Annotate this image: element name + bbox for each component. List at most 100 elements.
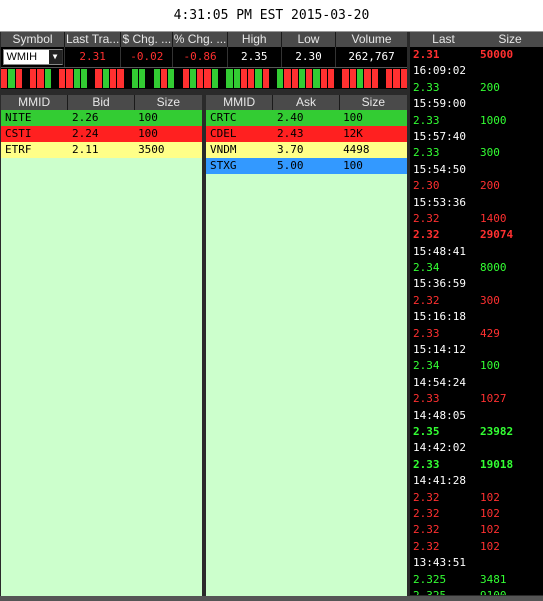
tick-bar — [117, 69, 124, 88]
trade-price: 2.34 — [413, 359, 440, 373]
tick-bar — [284, 69, 291, 88]
trade-time: 15:54:50 — [413, 162, 466, 176]
bid-size-cell: 100 — [138, 111, 158, 124]
bid-header: MMID Bid Size — [1, 95, 202, 110]
ask-col-size[interactable]: Size — [340, 95, 407, 110]
col-symbol[interactable]: Symbol — [1, 32, 66, 47]
tick-bar — [262, 69, 269, 88]
trade-price: 2.32 — [413, 539, 440, 553]
ask-row[interactable]: VNDM 3.70 4498 — [206, 142, 407, 158]
trade-size: 200 — [480, 80, 500, 94]
trade-size: 50000 — [480, 48, 514, 61]
tick-bar — [102, 69, 109, 88]
tick-bar — [378, 69, 386, 88]
trade-size: 102 — [480, 490, 500, 504]
ts-col-size[interactable]: Size — [477, 32, 543, 47]
trade-row: 2.32 102 — [410, 490, 543, 506]
trade-time-row: 14:42:02 — [410, 440, 543, 456]
tick-indicator-strip — [1, 67, 407, 89]
col-chg[interactable]: $ Chg. ... — [121, 32, 174, 47]
trade-size: 429 — [480, 326, 500, 340]
ts-col-last[interactable]: Last — [410, 32, 477, 47]
trade-size: 200 — [480, 179, 500, 193]
tick-bar — [342, 69, 349, 88]
volume-value: 262,767 — [348, 50, 395, 63]
col-pct[interactable]: % Chg. ... — [173, 32, 228, 47]
trade-price: 2.32 — [413, 506, 440, 520]
bid-col-size[interactable]: Size — [135, 95, 202, 110]
tick-bar — [131, 69, 139, 88]
trade-price: 2.32 — [413, 228, 440, 242]
bid-col-mmid[interactable]: MMID — [1, 95, 69, 110]
ask-row[interactable]: CDEL 2.43 12K — [206, 126, 407, 142]
tick-bar — [269, 69, 277, 88]
col-high[interactable]: High — [227, 32, 282, 47]
ask-price-cell: 3.70 — [277, 143, 304, 156]
trade-row: 2.31 50000 — [410, 47, 543, 63]
tick-bar — [393, 69, 400, 88]
trade-row: 2.33 300 — [410, 145, 543, 161]
ask-size-cell: 4498 — [343, 143, 370, 156]
bid-price-cell: 2.11 — [72, 143, 99, 156]
tick-bar — [197, 69, 204, 88]
tick-bar — [335, 69, 342, 88]
ask-row[interactable]: STXG 5.00 100 — [206, 158, 407, 174]
col-low[interactable]: Low — [281, 32, 337, 47]
tick-bar — [349, 69, 357, 88]
trade-price: 2.35 — [413, 424, 440, 438]
bid-row[interactable]: CSTI 2.24 100 — [1, 126, 202, 142]
trade-row: 2.32 1400 — [410, 211, 543, 227]
tick-bar — [189, 69, 197, 88]
tick-bar — [255, 69, 262, 88]
tick-bar — [66, 69, 73, 88]
trade-time-row: 14:41:28 — [410, 473, 543, 489]
ask-mmid-cell: VNDM — [210, 143, 237, 156]
tick-bar — [386, 69, 393, 88]
trade-time: 14:48:05 — [413, 408, 466, 422]
col-last[interactable]: Last Tra... — [65, 32, 122, 47]
trade-time: 15:59:00 — [413, 97, 466, 111]
col-volume[interactable]: Volume — [336, 32, 407, 47]
trade-size: 102 — [480, 523, 500, 537]
ask-row[interactable]: CRTC 2.40 100 — [206, 110, 407, 126]
trade-time: 16:09:02 — [413, 64, 466, 78]
trade-time-row: 15:53:36 — [410, 195, 543, 211]
trade-time: 15:53:36 — [413, 195, 466, 209]
trade-row: 2.33 1000 — [410, 113, 543, 129]
ask-price-cell: 5.00 — [277, 159, 304, 172]
trade-size: 9100 — [480, 588, 540, 595]
bid-col-price[interactable]: Bid — [68, 95, 135, 110]
trade-size: 102 — [480, 506, 500, 520]
tick-bar — [277, 69, 284, 88]
ask-col-price[interactable]: Ask — [273, 95, 340, 110]
trade-price: 2.325 — [413, 572, 447, 586]
bid-row[interactable]: ETRF 2.11 3500 — [1, 142, 202, 158]
symbol-cell: WMIH ▼ — [1, 47, 66, 67]
trade-price: 2.33 — [413, 80, 440, 94]
trade-row: 2.35 23982 — [410, 424, 543, 440]
trade-time-row: 15:54:50 — [410, 162, 543, 178]
trade-size: 100 — [480, 359, 500, 373]
ask-rows: CRTC 2.40 100 CDEL 2.43 12K VNDM 3.70 4498 STXG 5.… — [206, 110, 407, 174]
trade-time-row: 14:48:05 — [410, 408, 543, 424]
time-sales-list[interactable]: 2.31 50000 16:09:02 2.33 200 15:59:00 2.33 1000… — [410, 47, 543, 595]
symbol-select[interactable]: WMIH ▼ — [2, 49, 63, 65]
trade-time-row: 15:59:00 — [410, 96, 543, 112]
trade-time-row: 13:43:51 — [410, 555, 543, 571]
trade-size: 23982 — [480, 424, 514, 438]
ask-col-mmid[interactable]: MMID — [206, 95, 274, 110]
symbol-value: WMIH — [6, 51, 38, 63]
tick-bar — [109, 69, 117, 88]
ask-mmid-cell: STXG — [210, 159, 237, 172]
bid-mmid-cell: NITE — [5, 111, 32, 124]
bid-mmid-cell: ETRF — [5, 143, 32, 156]
ask-size-cell: 12K — [343, 127, 363, 140]
trade-time: 14:42:02 — [413, 441, 466, 455]
bid-row[interactable]: NITE 2.26 100 — [1, 110, 202, 126]
tick-bar — [204, 69, 211, 88]
trade-row: 2.32 102 — [410, 522, 543, 538]
ask-mmid-cell: CDEL — [210, 127, 237, 140]
trade-time: 15:14:12 — [413, 343, 466, 357]
tick-bar — [15, 69, 22, 88]
chevron-down-icon[interactable]: ▼ — [48, 50, 62, 64]
